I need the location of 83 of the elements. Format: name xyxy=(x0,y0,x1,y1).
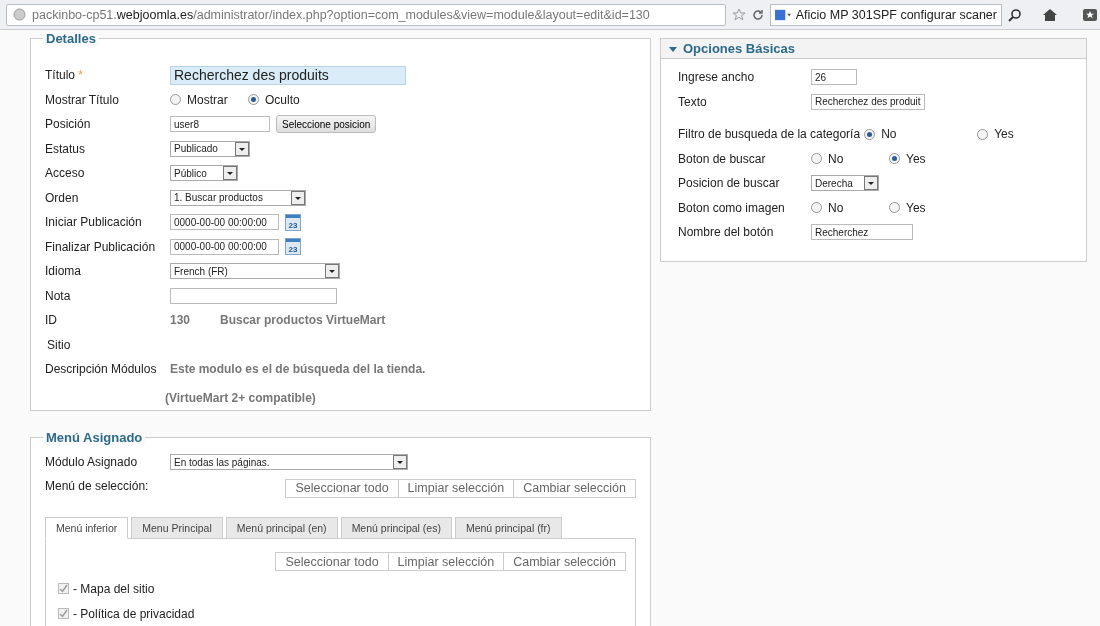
reload-icon[interactable] xyxy=(752,8,764,21)
section-legend: Menú Asignado xyxy=(43,430,146,445)
field-label: Texto xyxy=(678,94,708,109)
radio-icon[interactable] xyxy=(864,128,876,140)
calendar-icon[interactable]: 23 xyxy=(285,213,301,231)
menu-tab[interactable]: Menú principal (en) xyxy=(225,517,338,539)
date-input[interactable]: 0000-00-00 00:00:00 xyxy=(170,238,279,255)
text-input[interactable]: 26 xyxy=(811,69,857,86)
selection-button[interactable]: Limpiar selección xyxy=(397,478,515,498)
field-label: Sitio xyxy=(46,337,72,352)
address-bar[interactable]: packinbo-cp51.webjoomla.es/administrator/index.php?option=com_modules&view=module&layout=edit&id=130 xyxy=(6,3,726,26)
calendar-icon[interactable]: 23 xyxy=(285,238,301,256)
field-label: Título * xyxy=(45,68,85,83)
field-label: Nota xyxy=(45,288,72,303)
dropdown[interactable]: 1. Buscar productos xyxy=(170,189,306,206)
field-label: Filtro de busqueda de la categoría xyxy=(678,127,861,142)
menu-tab[interactable]: Menú principal (fr) xyxy=(454,517,562,539)
field-label: Orden xyxy=(45,190,80,205)
description-text: (VirtueMart 2+ compatible) xyxy=(165,390,316,405)
field-label: Descripción Módulos xyxy=(45,362,158,377)
menu-tab[interactable]: Menu Principal xyxy=(131,517,223,539)
radio-option[interactable]: Mostrar xyxy=(170,92,248,107)
dropdown[interactable]: Público xyxy=(170,165,238,182)
radio-icon[interactable] xyxy=(889,153,900,165)
radio-option[interactable]: No xyxy=(811,151,889,166)
select-position-button[interactable]: Seleccione posicion xyxy=(276,115,377,134)
id-value: 130 xyxy=(170,313,192,328)
text-input[interactable]: Recherchez xyxy=(811,224,913,241)
dropdown[interactable]: En todas las páginas. xyxy=(170,454,408,471)
selection-button[interactable]: Seleccionar todo xyxy=(275,552,389,571)
radio-option[interactable]: Oculto xyxy=(248,92,328,107)
radio-icon[interactable] xyxy=(811,153,822,165)
title-input[interactable]: Recherchez des produits xyxy=(170,65,406,85)
field-label: Ingrese ancho xyxy=(678,70,756,85)
radio-option[interactable]: Yes xyxy=(977,127,1038,142)
selection-button[interactable]: Cambiar selección xyxy=(503,552,626,571)
radio-icon[interactable] xyxy=(248,94,259,106)
radio-icon[interactable] xyxy=(811,202,822,214)
field-label: Posicion de buscar xyxy=(678,176,781,191)
text-input[interactable]: Recherchez des produit xyxy=(811,93,925,110)
selection-button[interactable]: Limpiar selección xyxy=(387,552,505,571)
module-name: Buscar productos VirtueMart xyxy=(220,313,386,328)
field-label: Idioma xyxy=(45,264,83,279)
search-field[interactable]: Aficio MP 301SPF configurar scaner xyxy=(770,3,1002,26)
radio-option[interactable]: Yes xyxy=(889,151,949,166)
text-input[interactable] xyxy=(170,287,337,304)
radio-option[interactable]: Yes xyxy=(889,200,949,215)
selection-button[interactable]: Cambiar selección xyxy=(513,478,636,498)
description-text: Este modulo es el de búsqueda del la tienda. xyxy=(170,362,426,377)
radio-icon[interactable] xyxy=(170,94,181,106)
home-icon[interactable] xyxy=(1042,7,1058,22)
date-input[interactable]: 0000-00-00 00:00:00 xyxy=(170,214,279,231)
radio-option[interactable]: No xyxy=(811,200,889,215)
section-legend: Detalles xyxy=(43,31,99,46)
radio-icon[interactable] xyxy=(889,202,900,214)
field-label: Boton de buscar xyxy=(678,151,767,166)
selection-button[interactable]: Seleccionar todo xyxy=(285,478,399,498)
field-label: Acceso xyxy=(45,166,86,181)
search-icon[interactable] xyxy=(1008,7,1022,22)
menu-item-checkbox[interactable]: - Mapa del sitio xyxy=(58,581,626,596)
field-label: Estatus xyxy=(45,141,87,156)
menu-tab[interactable]: Menú inferior xyxy=(45,517,129,539)
field-label: Nombre del botón xyxy=(678,225,775,240)
field-label: Módulo Asignado xyxy=(45,455,139,470)
field-label: Boton como imagen xyxy=(678,200,786,215)
field-label: ID xyxy=(45,313,58,328)
field-label: Mostrar Título xyxy=(45,92,120,107)
dropdown[interactable]: French (FR) xyxy=(170,263,340,280)
dropdown[interactable]: Publicado xyxy=(170,140,250,157)
field-label: Posición xyxy=(45,117,92,132)
star-icon[interactable] xyxy=(732,7,746,22)
radio-icon[interactable] xyxy=(977,128,989,140)
radio-option[interactable]: No xyxy=(864,127,978,142)
checkbox-icon[interactable] xyxy=(58,583,69,594)
panel-header[interactable]: Opciones Básicas xyxy=(661,39,1086,59)
menu-tab[interactable]: Menú principal (es) xyxy=(340,517,452,539)
text-input[interactable]: user8 xyxy=(170,116,270,133)
field-label: Iniciar Publicación xyxy=(45,215,143,230)
field-label: Finalizar Publicación xyxy=(45,239,157,254)
dropdown[interactable]: Derecha xyxy=(811,175,879,192)
menu-item-checkbox[interactable]: - Política de privacidad xyxy=(58,606,626,621)
checkbox-icon[interactable] xyxy=(58,608,69,619)
field-label: Menú de selección: xyxy=(45,478,149,493)
